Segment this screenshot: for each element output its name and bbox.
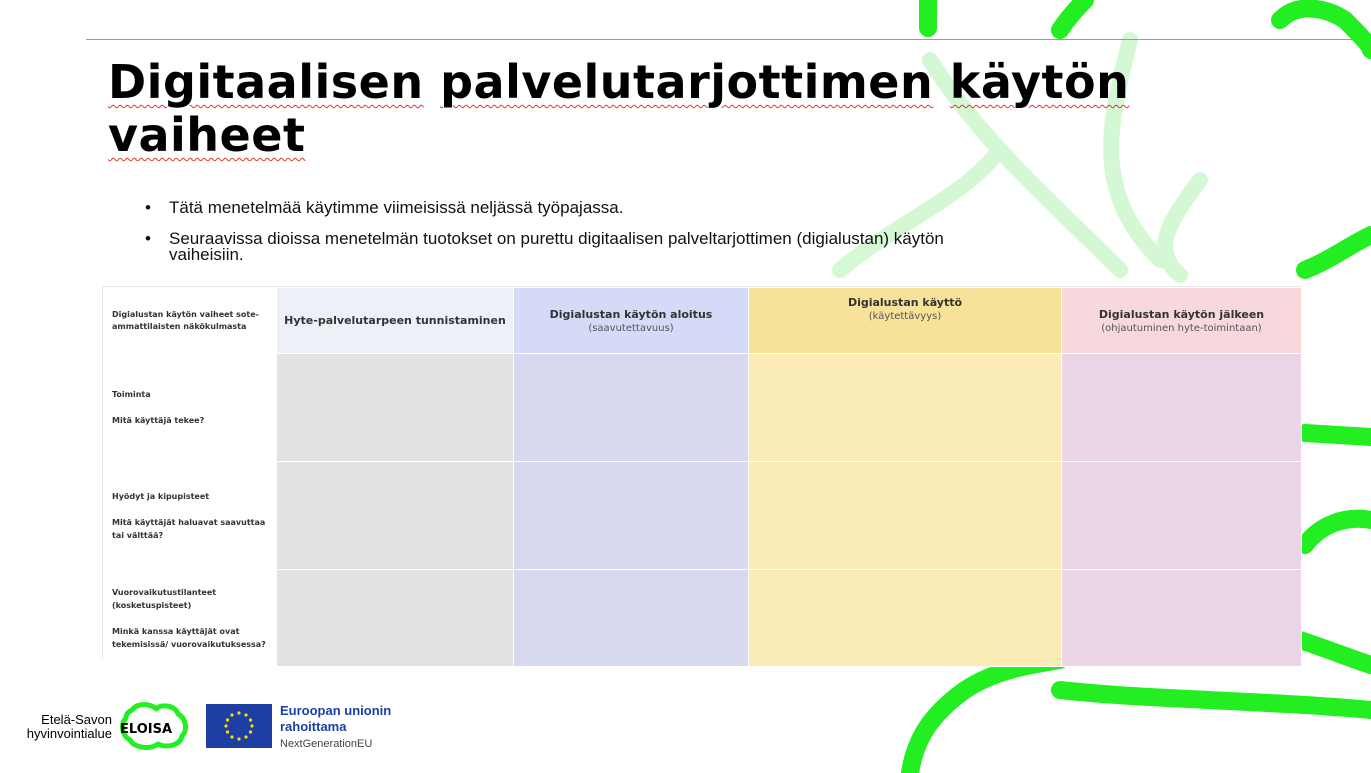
title-word: Digitaalisen (108, 55, 424, 109)
column-title: Hyte-palvelutarpeen tunnistaminen (284, 314, 506, 327)
table-header-row: Digialustan käytön vaiheet sote-ammattil… (103, 287, 1302, 354)
column-title: Digialustan käyttö (847, 296, 963, 309)
slide-title: Digitaalisen palvelutarjottimen käytön v… (108, 56, 1258, 162)
table-cell (513, 353, 749, 462)
row-label: Toiminta (112, 390, 151, 399)
table-cell (276, 461, 514, 570)
top-divider (86, 39, 1371, 40)
column-header: Digialustan käytön aloitus (saavutettavu… (513, 287, 749, 354)
column-header: Digialustan käyttö (käytettävyys) (748, 287, 1062, 354)
table-cell (513, 461, 749, 570)
table-row: Vuorovaikutustilanteet (kosketuspisteet)… (103, 569, 1302, 667)
table-cell (748, 461, 1062, 570)
column-subtitle: (ohjautuminen hyte-toimintaan) (1101, 322, 1262, 334)
table-cell (276, 353, 514, 462)
table-corner-label: Digialustan käytön vaiheet sote-ammattil… (103, 287, 277, 354)
title-word: vaiheet (108, 108, 306, 162)
table-cell (1061, 353, 1302, 462)
row-label-cell: Toiminta Mitä käyttäjä tekee? (103, 353, 277, 462)
eu-line: NextGenerationEU (280, 738, 373, 750)
row-question: Mitä käyttäjät haluavat saavuttaa tai vä… (112, 517, 266, 540)
table-cell (276, 569, 514, 667)
brand-wordmark: ELOISA (120, 722, 173, 737)
region-line: Etelä-Savon (41, 712, 112, 727)
row-label-cell: Hyödyt ja kipupisteet Mitä käyttäjät hal… (103, 461, 277, 570)
title-word: palvelutarjottimen (440, 55, 934, 109)
row-label: Hyödyt ja kipupisteet (112, 491, 210, 501)
column-header: Hyte-palvelutarpeen tunnistaminen (276, 287, 514, 354)
row-label: Vuorovaikutustilanteet (kosketuspisteet) (112, 587, 217, 610)
title-word: käytön (949, 55, 1130, 109)
table-row: Toiminta Mitä käyttäjä tekee? (103, 353, 1302, 462)
journey-table: Digialustan käytön vaiheet sote-ammattil… (103, 287, 1302, 667)
region-name: Etelä-Savon hyvinvointialue (19, 713, 112, 741)
column-header: Digialustan käytön jälkeen (ohjautuminen… (1061, 287, 1302, 354)
bullet-item: Seuraavissa dioissa menetelmän tuotokset… (145, 230, 965, 263)
bullet-item: Tätä menetelmää käytimme viimeisissä nel… (145, 199, 965, 216)
table-cell (1061, 569, 1302, 667)
column-subtitle: (saavutettavuus) (588, 322, 674, 334)
table-cell (748, 569, 1062, 667)
row-question: Mitä käyttäjä tekee? (112, 416, 205, 425)
column-title: Digialustan käytön jälkeen (1098, 307, 1265, 321)
eu-funding-text: Euroopan unionin rahoittama NextGenerati… (280, 703, 391, 750)
row-label-cell: Vuorovaikutustilanteet (kosketuspisteet)… (103, 569, 277, 667)
bullet-list: Tätä menetelmää käytimme viimeisissä nel… (145, 199, 965, 278)
column-title: Digialustan käytön aloitus (549, 307, 713, 321)
table-row: Hyödyt ja kipupisteet Mitä käyttäjät hal… (103, 461, 1302, 570)
row-question: Minkä kanssa käyttäjät ovat tekemisissä/… (112, 626, 266, 649)
eu-line: Euroopan unionin (280, 703, 392, 718)
region-line: hyvinvointialue (26, 726, 112, 741)
table-cell (1061, 461, 1302, 570)
eu-flag-icon (206, 704, 272, 748)
column-subtitle: (käytettävyys) (868, 311, 942, 322)
table-cell (748, 353, 1062, 462)
table-cell (513, 569, 749, 667)
eu-line: rahoittama (280, 719, 347, 734)
